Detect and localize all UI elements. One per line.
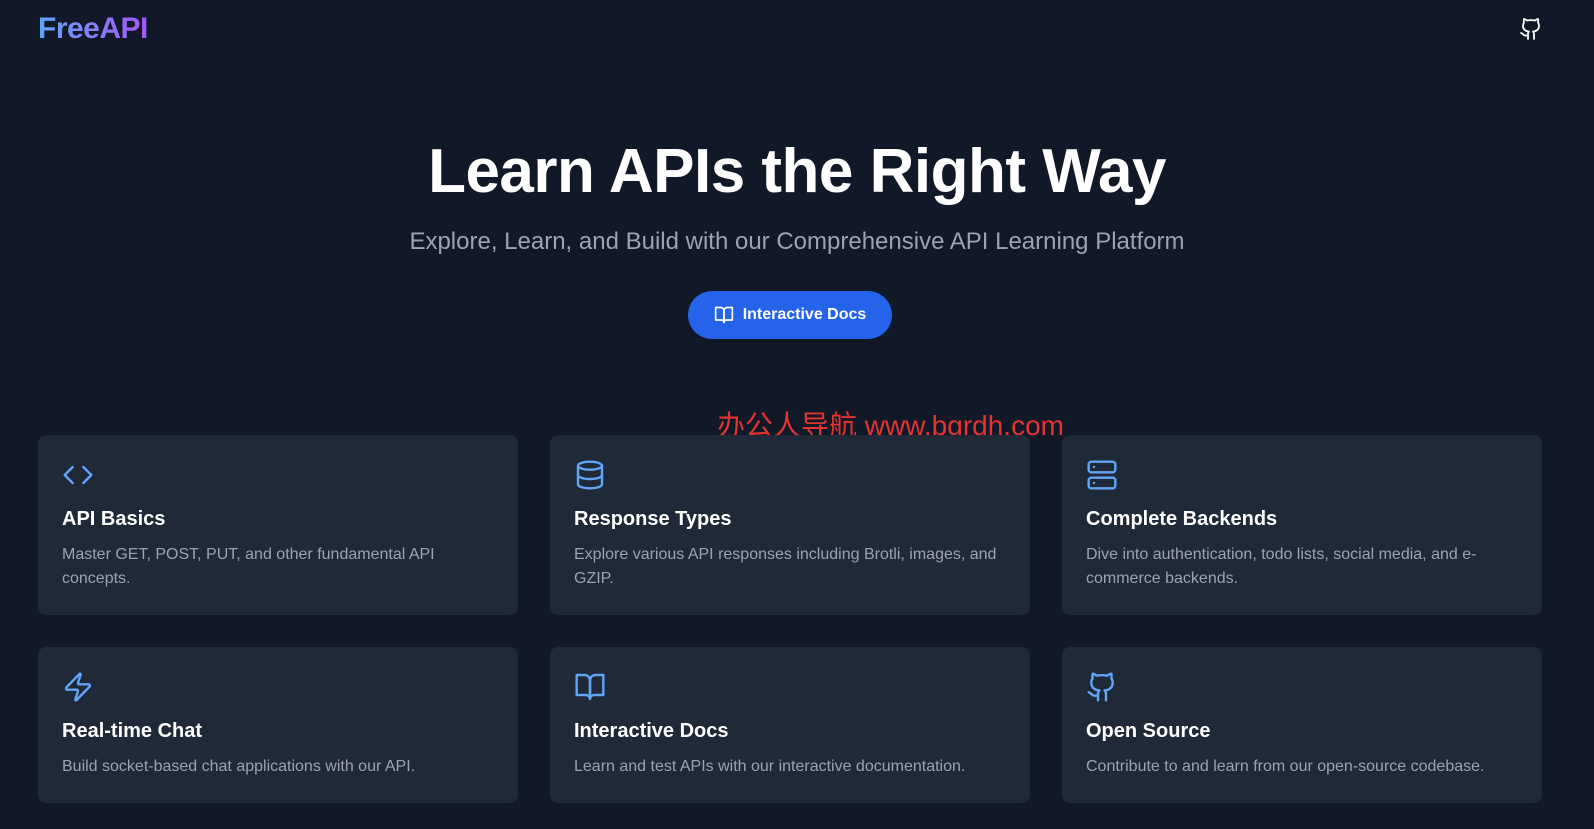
feature-card-interactive-docs[interactable]: Interactive Docs Learn and test APIs wit… bbox=[550, 647, 1030, 803]
github-icon bbox=[1087, 672, 1114, 702]
interactive-docs-button[interactable]: Interactive Docs bbox=[688, 291, 892, 339]
feature-title: Real-time Chat bbox=[62, 720, 203, 742]
code-icon bbox=[63, 465, 93, 485]
database-icon bbox=[576, 460, 604, 490]
github-link[interactable] bbox=[1518, 16, 1544, 42]
lightning-icon bbox=[64, 672, 92, 702]
logo[interactable]: FreeAPI bbox=[38, 12, 148, 46]
feature-title: Open Source bbox=[1086, 720, 1211, 742]
feature-title: Interactive Docs bbox=[574, 720, 729, 742]
feature-description: Learn and test APIs with our interactive… bbox=[574, 758, 966, 775]
cta-label: Interactive Docs bbox=[742, 306, 867, 323]
feature-title: API Basics bbox=[62, 508, 166, 530]
github-icon bbox=[1520, 18, 1540, 40]
feature-description: Master GET, POST, PUT, and other fundame… bbox=[62, 546, 435, 587]
hero-title: Learn APIs the Right Way bbox=[428, 137, 1166, 206]
feature-description: Dive into authentication, todo lists, so… bbox=[1086, 546, 1477, 587]
feature-card-complete-backends[interactable]: Complete Backends Dive into authenticati… bbox=[1062, 435, 1542, 615]
feature-title: Response Types bbox=[574, 508, 732, 530]
feature-card-api-basics[interactable]: API Basics Master GET, POST, PUT, and ot… bbox=[38, 435, 518, 615]
feature-card-open-source[interactable]: Open Source Contribute to and learn from… bbox=[1062, 647, 1542, 803]
feature-card-real-time-chat[interactable]: Real-time Chat Build socket-based chat a… bbox=[38, 647, 518, 803]
feature-description: Build socket-based chat applications wit… bbox=[62, 758, 416, 775]
feature-description: Explore various API responses including … bbox=[574, 546, 997, 587]
feature-title: Complete Backends bbox=[1086, 508, 1278, 530]
feature-card-response-types[interactable]: Response Types Explore various API respo… bbox=[550, 435, 1030, 615]
server-icon bbox=[1087, 460, 1117, 490]
top-navigation: FreeAPI bbox=[0, 0, 1594, 60]
book-open-icon bbox=[714, 306, 733, 324]
hero-subtitle: Explore, Learn, and Build with our Compr… bbox=[409, 228, 1185, 255]
feature-description: Contribute to and learn from our open-so… bbox=[1086, 758, 1485, 775]
book-open-icon bbox=[575, 673, 605, 701]
